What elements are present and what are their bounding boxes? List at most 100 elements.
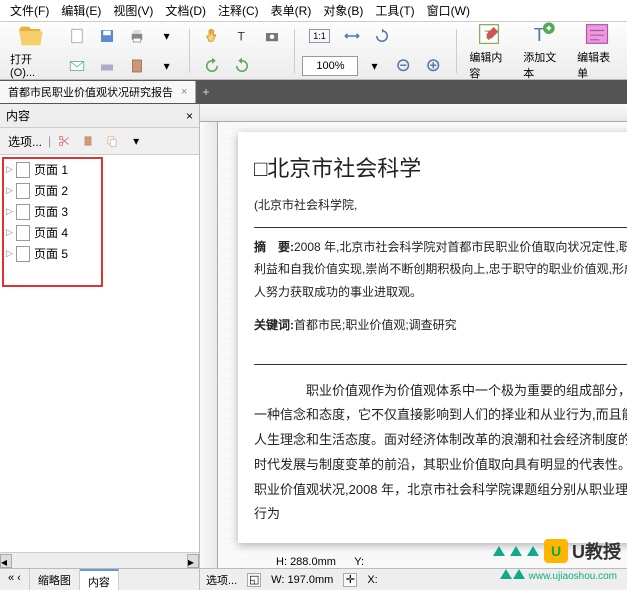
rotate-button[interactable] (368, 22, 396, 50)
menu-annotate[interactable]: 注释(C) (212, 0, 265, 21)
sidebar-panel: 内容 × 选项... | ▾ ▷页面 1 ▷页面 2 ▷页面 3 ▷页面 4 ▷… (0, 104, 200, 590)
fit-width-icon (343, 27, 361, 45)
copy-icon (105, 134, 119, 148)
clipboard-button[interactable] (123, 52, 151, 80)
page-canvas[interactable]: □北京市社会科学 (北京市社会科学院, 摘 要:2008 年,北京市社会科学院对… (218, 122, 627, 568)
open-button[interactable]: 打开(O)... (4, 20, 59, 81)
print-button[interactable] (123, 22, 151, 50)
add-tab-button[interactable]: + (196, 85, 215, 99)
more2-button[interactable]: ▾ (153, 52, 181, 80)
edit-text-icon: T (475, 20, 503, 48)
sidebar-title: 内容 (6, 107, 30, 124)
floppy-icon (98, 27, 116, 45)
page-label: 页面 1 (34, 161, 68, 178)
zoom-in-button[interactable] (420, 52, 448, 80)
folder-open-icon (17, 22, 45, 50)
fit-page-button[interactable]: 1:1 (302, 22, 336, 50)
page-icon (16, 162, 30, 178)
status-options-button[interactable]: 选项... (206, 572, 237, 588)
menu-tool[interactable]: 工具(T) (369, 0, 420, 21)
edit-form-button[interactable]: 编辑表单 (571, 18, 623, 83)
add-text-button[interactable]: T 添加文本 (517, 18, 569, 83)
redo-icon (233, 57, 251, 75)
doc-title: □北京市社会科学 (254, 148, 627, 190)
sidebar-tab-thumbnail[interactable]: 缩略图 (30, 569, 80, 590)
scan-button[interactable] (93, 52, 121, 80)
close-tab-icon[interactable]: × (181, 86, 187, 98)
redo-button[interactable] (228, 52, 256, 80)
page-tree-item[interactable]: ▷页面 1 (4, 159, 195, 180)
menu-object[interactable]: 对象(B) (317, 0, 369, 21)
open-label: 打开(O)... (10, 51, 53, 79)
document-page: □北京市社会科学 (北京市社会科学院, 摘 要:2008 年,北京市社会科学院对… (238, 132, 627, 543)
document-tab[interactable]: 首都市民职业价值观状况研究报告 × (0, 81, 196, 103)
page-tree-item[interactable]: ▷页面 5 (4, 243, 195, 264)
page-icon (16, 225, 30, 241)
y-label: Y: (354, 556, 364, 568)
clipboard-icon (81, 134, 95, 148)
save-button[interactable] (93, 22, 121, 50)
sidebar-tab-content[interactable]: 内容 (80, 569, 119, 590)
menu-view[interactable]: 视图(V) (107, 0, 159, 21)
separator (189, 29, 190, 73)
more-button[interactable]: ▾ (153, 22, 181, 50)
printer-icon (128, 27, 146, 45)
sidebar-toolbar: 选项... | ▾ (0, 128, 199, 155)
coords-icon[interactable]: ✛ (343, 573, 357, 587)
sidebar-options-button[interactable]: 选项... (4, 131, 46, 152)
page-tree-item[interactable]: ▷页面 2 (4, 180, 195, 201)
undo-button[interactable] (198, 52, 226, 80)
paste-button[interactable] (77, 130, 99, 152)
sidebar-nav-button[interactable]: « ‹ (0, 569, 30, 590)
separator (456, 29, 457, 73)
sidebar-close-icon[interactable]: × (186, 109, 193, 123)
brand-text: U教授 (572, 538, 621, 564)
menu-document[interactable]: 文档(D) (159, 0, 212, 21)
zoom-dropdown[interactable]: ▾ (360, 52, 388, 80)
sidebar-tabs: « ‹ 缩略图 内容 (0, 568, 199, 590)
document-tab-bar: 首都市民职业价值观状况研究报告 × + (0, 80, 627, 104)
menu-edit[interactable]: 编辑(E) (55, 0, 107, 21)
scissors-icon (57, 134, 71, 148)
tab-title: 首都市民职业价值观状况研究报告 (8, 84, 173, 100)
menu-file[interactable]: 文件(F) (4, 0, 55, 21)
page-tree-item[interactable]: ▷页面 3 (4, 201, 195, 222)
undo-icon (203, 57, 221, 75)
height-value: 288.0mm (290, 556, 336, 568)
sidebar-hscroll[interactable]: ◂▸ (0, 552, 199, 568)
email-button[interactable] (63, 52, 91, 80)
scanner-icon (98, 57, 116, 75)
page-label: 页面 4 (34, 224, 68, 241)
watermark-url: www.ujiaoshou.com (500, 569, 617, 582)
abstract-text: 2008 年,北京市社会科学院对首都市民职业价值取向状况定性,职业理想倾向于个人… (254, 240, 627, 300)
width-label: W: (271, 574, 284, 586)
page-label: 页面 5 (34, 245, 68, 262)
edit-form-label: 编辑表单 (577, 49, 617, 81)
edit-content-button[interactable]: T 编辑内容 (463, 18, 515, 83)
brand-icon: U (544, 539, 568, 563)
text-cursor-icon: T (233, 27, 251, 45)
add-text-label: 添加文本 (523, 49, 563, 81)
fit-width-button[interactable] (338, 22, 366, 50)
new-button[interactable] (63, 22, 91, 50)
minus-icon (395, 57, 413, 75)
snapshot-button[interactable] (258, 22, 286, 50)
horizontal-ruler (200, 104, 627, 122)
page-tree-item[interactable]: ▷页面 4 (4, 222, 195, 243)
copy-button[interactable] (101, 130, 123, 152)
zoom-out-button[interactable] (390, 52, 418, 80)
rotate-icon (373, 27, 391, 45)
page-icon (16, 246, 30, 262)
hand-tool-button[interactable] (198, 22, 226, 50)
sidebar-dropdown-button[interactable]: ▾ (125, 130, 147, 152)
edit-content-label: 编辑内容 (469, 49, 509, 81)
crop-icon[interactable]: ◱ (247, 573, 261, 587)
cut-button[interactable] (53, 130, 75, 152)
zoom-input[interactable] (302, 56, 358, 76)
text-select-button[interactable]: T (228, 22, 256, 50)
page-label: 页面 2 (34, 182, 68, 199)
menu-form[interactable]: 表单(R) (265, 0, 318, 21)
vertical-ruler (200, 122, 218, 568)
document-viewer: □北京市社会科学 (北京市社会科学院, 摘 要:2008 年,北京市社会科学院对… (200, 104, 627, 590)
keywords-text: 首都市民;职业价值观;调查研究 (294, 318, 457, 332)
